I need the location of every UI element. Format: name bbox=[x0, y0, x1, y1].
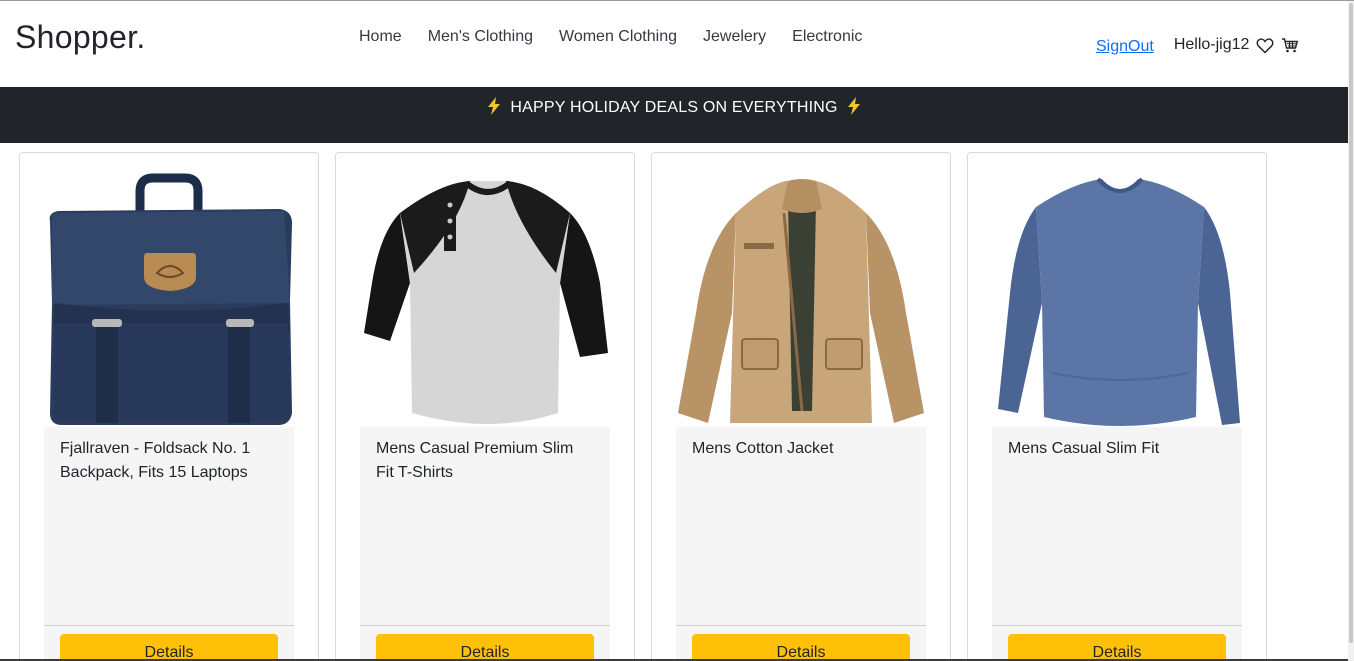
product-card: Fjallraven - Foldsack No. 1 Backpack, Fi… bbox=[19, 152, 319, 661]
nav-item-electronic[interactable]: Electronic bbox=[779, 27, 875, 47]
lightning-icon bbox=[846, 90, 862, 132]
product-image-tshirt[interactable] bbox=[360, 173, 610, 427]
header: Shopper. Home Men's Clothing Women Cloth… bbox=[0, 1, 1348, 87]
product-title: Fjallraven - Foldsack No. 1 Backpack, Fi… bbox=[60, 440, 251, 481]
product-card-footer: Details bbox=[992, 625, 1242, 661]
details-button[interactable]: Details bbox=[60, 634, 278, 661]
signout-link[interactable]: SignOut bbox=[1096, 38, 1154, 56]
product-card-footer: Details bbox=[44, 625, 294, 661]
user-greeting: Hello-jig12 bbox=[1173, 36, 1250, 53]
cart-icon[interactable] bbox=[1281, 37, 1299, 54]
product-title: Mens Cotton Jacket bbox=[692, 440, 834, 457]
scrollbar-thumb[interactable] bbox=[1349, 3, 1353, 643]
nav-item-women-clothing[interactable]: Women Clothing bbox=[546, 27, 690, 47]
lightning-icon bbox=[486, 90, 502, 132]
page: Shopper. Home Men's Clothing Women Cloth… bbox=[0, 0, 1354, 661]
user-area: SignOut Hello-jig12 bbox=[1096, 34, 1299, 56]
product-card-footer: Details bbox=[360, 625, 610, 661]
product-title: Mens Casual Premium Slim Fit T-Shirts bbox=[376, 440, 574, 481]
product-image-backpack[interactable] bbox=[44, 173, 294, 427]
details-button[interactable]: Details bbox=[376, 634, 594, 661]
product-card: Mens Casual Premium Slim Fit T-Shirts De… bbox=[335, 152, 635, 661]
banner-text: HAPPY HOLIDAY DEALS ON EVERYTHING bbox=[510, 99, 838, 116]
product-card: Mens Cotton Jacket Details bbox=[651, 152, 951, 661]
promo-banner: HAPPY HOLIDAY DEALS ON EVERYTHING bbox=[0, 87, 1348, 143]
product-card-body: Fjallraven - Foldsack No. 1 Backpack, Fi… bbox=[44, 427, 294, 625]
details-button[interactable]: Details bbox=[1008, 634, 1226, 661]
details-button[interactable]: Details bbox=[692, 634, 910, 661]
product-image-jacket[interactable] bbox=[676, 173, 926, 427]
main-nav: Home Men's Clothing Women Clothing Jewel… bbox=[346, 27, 875, 47]
product-card-footer: Details bbox=[676, 625, 926, 661]
product-title: Mens Casual Slim Fit bbox=[1008, 440, 1160, 457]
brand-logo[interactable]: Shopper. bbox=[15, 19, 146, 56]
nav-item-mens-clothing[interactable]: Men's Clothing bbox=[415, 27, 546, 47]
nav-item-home[interactable]: Home bbox=[346, 27, 415, 47]
product-card-body: Mens Casual Premium Slim Fit T-Shirts bbox=[360, 427, 610, 625]
product-image-long-sleeve[interactable] bbox=[992, 173, 1242, 427]
nav-item-jewelery[interactable]: Jewelery bbox=[690, 27, 779, 47]
heart-icon[interactable] bbox=[1256, 37, 1274, 54]
product-card-body: Mens Casual Slim Fit bbox=[992, 427, 1242, 625]
product-card: Mens Casual Slim Fit Details bbox=[967, 152, 1267, 661]
product-card-body: Mens Cotton Jacket bbox=[676, 427, 926, 625]
